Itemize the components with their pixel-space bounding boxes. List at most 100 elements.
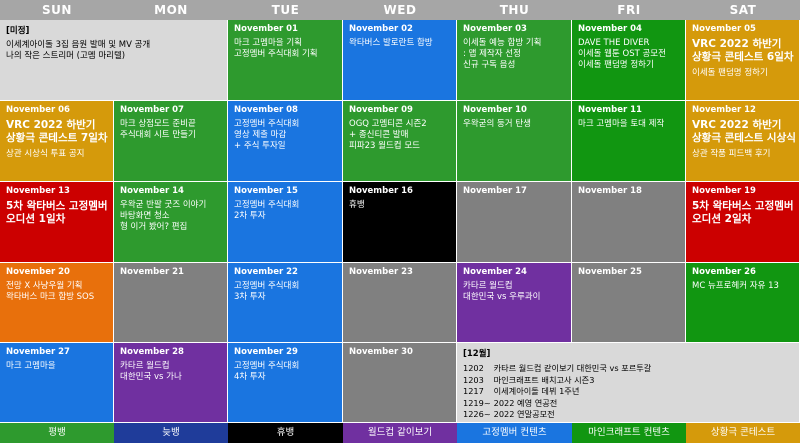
day-date: November 16 [349,186,413,196]
day-date: November 06 [6,105,70,115]
day-date: November 21 [120,267,184,277]
event-line: 5차 왁타버스 고정멤버 [692,200,794,212]
weekday-header-mon: MON [114,0,228,20]
event-line: 이세돌 팬덤명 정하기 [578,60,654,70]
event-line: 카타르 월드컵 [463,281,513,291]
weekday-header-sun: SUN [0,0,114,20]
legend-item: 상황극 콘테스트 [686,423,800,443]
day-cell[interactable]: November 04 DAVE THE DIVER 이세돌 웹툰 OST 공모전 이… [572,20,686,101]
legend-item: 월드컵 같이보기 [343,423,457,443]
event-line: 상관 시상식 투표 공지 [6,149,85,159]
event-line: 마크 고멤마을 기획 [234,38,302,48]
event-line: 왁타버스 발로란트 합방 [349,38,433,48]
day-cell[interactable]: November 28 카타르 월드컵 대한민국 vs 가나 [114,343,228,423]
event-line: 대한민국 vs 가나 [120,372,182,382]
december-item-text: 2022 연말공모전 [493,409,555,419]
legend-item: 고정멤버 컨텐츠 [457,423,572,443]
event-line: + 주식 투자일 [234,141,286,151]
event-line: 카타르 월드컵 [120,361,170,371]
day-cell[interactable]: November 06 VRC 2022 하반기 상황극 콘테스트 7일차 상관 시상… [0,101,114,182]
day-date: November 28 [120,347,184,357]
event-line: 이세돌 예능 합방 기획 [463,38,542,48]
event-line: MC 뉴프로헤커 자유 13 [692,281,779,291]
event-line: 오디션 1일차 [6,213,66,225]
december-item: 1202 카타르 월드컵 같이보기 대한민국 vs 포르투갈 [463,363,793,375]
day-cell[interactable]: November 09 OGQ 고멤티콘 시즌2 + 종신티콘 발매 피파23 월드컵… [343,101,457,182]
day-cell[interactable]: November 18 [572,182,686,263]
event-line: 주식대회 시트 만들기 [120,130,196,140]
december-item-code: 1217 [463,386,484,396]
day-cell[interactable]: November 29 고정멤버 주식대회 4차 투자 [228,343,343,423]
legend-item: 휴뱅 [228,423,343,443]
december-schedule: [12월] 1202 카타르 월드컵 같이보기 대한민국 vs 포르투갈 1203 … [457,343,800,423]
event-line: 우왁굳의 둥거 탄생 [463,119,531,129]
december-item: 1219~ 2022 예영 연공전 [463,398,793,410]
event-line: DAVE THE DIVER [578,38,650,48]
day-date: November 20 [6,267,70,277]
day-cell[interactable]: November 05 VRC 2022 하반기 상황극 콘테스트 6일차 이세돌 팬… [686,20,800,101]
december-item-code: 1219~ [463,397,491,408]
day-cell[interactable]: November 11 마크 고멤마을 토대 제작 [572,101,686,182]
day-date: November 13 [6,186,70,196]
day-date: November 04 [578,24,642,34]
day-date: November 10 [463,105,527,115]
day-cell[interactable]: November 13 5차 왁타버스 고정멤버 오디션 1일차 [0,182,114,263]
day-date: November 23 [349,267,413,277]
day-cell[interactable]: November 27 마크 고멤마을 [0,343,114,423]
day-cell[interactable]: November 19 5차 왁타버스 고정멤버 오디션 2일차 [686,182,800,263]
day-cell[interactable]: November 01 마크 고멤마을 기획 고정멤버 주식대회 기획 [228,20,343,101]
day-cell[interactable]: November 14 우왁굳 반팔 굿즈 이야기 바탕화면 청소 형 이거 봤어? … [114,182,228,263]
day-cell[interactable]: November 24 카타르 월드컵 대한민국 vs 우루과이 [457,263,572,343]
weekday-header-tue: TUE [228,0,343,20]
december-item-text: 마인크래프트 배치고사 시즌3 [493,374,595,385]
day-date: November 17 [463,186,527,196]
day-date: November 18 [578,186,642,196]
event-line: 바탕화면 청소 [120,211,170,221]
december-item-code: 1203 [463,374,484,385]
day-cell[interactable]: November 26 MC 뉴프로헤커 자유 13 [686,263,800,343]
day-cell[interactable]: November 16 휴뱅 [343,182,457,263]
event-line: 상황극 콘테스트 6일차 [692,51,794,63]
event-line: 5차 왁타버스 고정멤버 [6,200,108,212]
day-date: November 05 [692,24,756,34]
day-cell[interactable]: November 23 [343,263,457,343]
day-date: November 14 [120,186,184,196]
legend-item: 늦뱅 [114,423,228,443]
event-line: 마크 고멤마을 [6,361,56,371]
day-cell[interactable]: November 20 전망 X 사냥우월 기획 왁타버스 마크 합방 SOS [0,263,114,343]
day-date: November 27 [6,347,70,357]
day-cell[interactable]: November 03 이세돌 예능 합방 기획: 맵 제작자 선정 신규 구독 음… [457,20,572,101]
day-cell[interactable]: November 22 고정멤버 주식대회 3차 투자 [228,263,343,343]
december-item: 1217 이세계아이돌 데뷔 1주년 [463,386,793,398]
event-line: 고정멤버 주식대회 [234,119,300,129]
day-cell[interactable]: November 08 고정멤버 주식대회 영상 제출 마감 + 주식 투자일 [228,101,343,182]
day-cell[interactable]: November 07 마크 상점모드 준비끝 주식대회 시트 만들기 [114,101,228,182]
event-line: 이세돌 팬덤명 정하기 [692,68,768,78]
event-line: 고정멤버 주식대회 [234,361,300,371]
day-date: November 30 [349,347,413,357]
event-line: : 맵 제작자 선정 [463,49,521,59]
event-line: OGQ 고멤티콘 시즌2 [349,119,427,129]
event-line: + 종신티콘 발매 [349,130,409,140]
december-item-text: 카타르 월드컵 같이보기 대한민국 vs 포르투갈 [493,363,652,373]
calendar: SUN MON TUE WED THU FRI SAT [미정] 이세계아이돌 3집 음원 발매… [0,0,800,443]
day-date: November 08 [234,105,298,115]
day-cell[interactable]: November 02 왁타버스 발로란트 합방 [343,20,457,101]
day-cell[interactable]: November 15 고정멤버 주식대회 2차 투자 [228,182,343,263]
day-date: November 26 [692,267,756,277]
december-item-code: 1226~ [463,409,491,419]
december-item-code: 1202 [463,363,484,373]
day-date: November 22 [234,267,298,277]
day-cell[interactable]: November 30 [343,343,457,423]
day-cell[interactable]: November 10 우왁굳의 둥거 탄생 [457,101,572,182]
day-cell[interactable]: November 21 [114,263,228,343]
day-cell[interactable]: November 12 VRC 2022 하반기 상황극 콘테스트 시상식 상관 작품… [686,101,800,182]
event-line: 우왁굳 반팔 굿즈 이야기 [120,200,207,210]
event-line: 3차 투자 [234,292,266,302]
day-cell[interactable]: November 17 [457,182,572,263]
day-date: November 07 [120,105,184,115]
day-cell[interactable]: November 25 [572,263,686,343]
legend-item: 평뱅 [0,423,114,443]
event-line: VRC 2022 하반기 [692,119,782,131]
day-date: November 09 [349,105,413,115]
